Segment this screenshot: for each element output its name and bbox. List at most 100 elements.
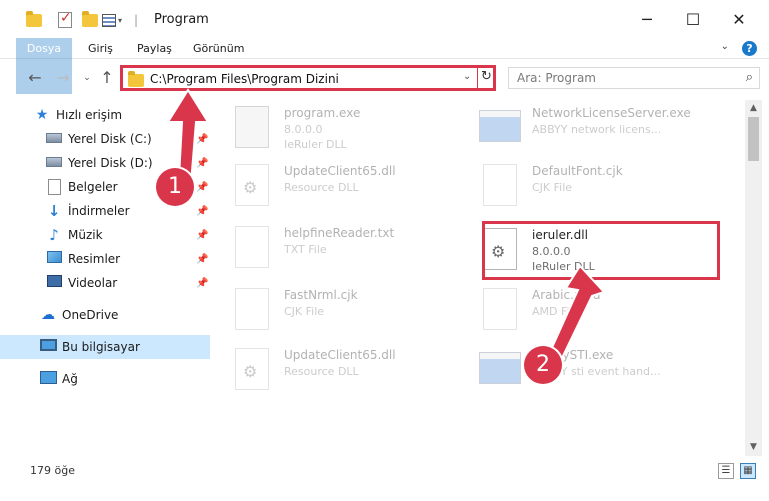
music-icon: ♪	[49, 226, 59, 244]
file-name: DefaultFont.cjk	[532, 164, 623, 178]
file-detail: 8.0.0.0	[284, 123, 323, 136]
step-badge-1: 1	[156, 168, 194, 206]
pin-icon[interactable]: 📌	[196, 230, 208, 241]
sidebar-item-label: İndirmeler	[68, 204, 130, 218]
sidebar-item-resimler[interactable]: Resimler 📌	[0, 247, 210, 271]
status-bar: 179 öğe ☰ ▦	[0, 460, 769, 482]
details-view-icon[interactable]: ☰	[718, 463, 734, 479]
window-title: Program	[154, 12, 209, 27]
checklist-icon	[58, 10, 72, 28]
file-tile-program-exe[interactable]: program.exe 8.0.0.0 IeRuler DLL	[211, 102, 451, 158]
chevron-down-icon[interactable]: ⌄	[463, 71, 471, 82]
minimize-button[interactable]: ─	[624, 0, 670, 38]
computer-icon	[40, 339, 57, 355]
documents-icon	[46, 179, 62, 195]
new-folder-quick-access-button[interactable]	[82, 10, 98, 30]
pin-icon[interactable]: 📌	[196, 206, 208, 217]
file-name: UpdateClient65.dll	[284, 348, 396, 362]
scroll-up-icon[interactable]: ▲	[745, 100, 762, 117]
refresh-icon[interactable]: ↻	[481, 69, 492, 84]
pictures-icon	[46, 251, 62, 267]
folder-icon	[128, 71, 144, 87]
document-file-icon	[483, 288, 517, 330]
new-folder-icon	[82, 10, 98, 27]
file-tile-fastnrml[interactable]: FastNrml.cjk CJK File	[211, 284, 451, 340]
sidebar-item-this-pc[interactable]: Bu bilgisayar	[0, 335, 210, 359]
recent-locations-button[interactable]: ⌄	[76, 67, 98, 89]
sidebar-item-label: Resimler	[68, 252, 121, 266]
tab-gorunum[interactable]: Görünüm	[181, 38, 256, 59]
sidebar-item-muzik[interactable]: ♪ Müzik 📌	[0, 223, 210, 247]
customize-quick-access-button[interactable]: ▾	[102, 10, 122, 30]
scroll-down-icon[interactable]: ▼	[745, 439, 762, 456]
folder-icon	[26, 10, 42, 30]
up-button[interactable]: ↑	[96, 67, 118, 89]
sidebar-item-network[interactable]: Ağ	[0, 367, 210, 391]
back-button[interactable]: ←	[24, 67, 46, 89]
file-list: program.exe 8.0.0.0 IeRuler DLL NetworkL…	[211, 100, 745, 460]
ribbon-expand-icon[interactable]: ⌄	[721, 41, 729, 52]
scroll-thumb[interactable]	[748, 117, 759, 161]
file-detail: CJK File	[284, 305, 325, 318]
properties-quick-access-button[interactable]	[58, 10, 72, 30]
dll-file-icon	[235, 348, 269, 390]
file-detail: IeRuler DLL	[284, 138, 347, 151]
tiles-view-icon[interactable]: ▦	[740, 463, 756, 479]
file-tile-networklicenseserver[interactable]: NetworkLicenseServer.exe ABBYY network l…	[459, 102, 699, 158]
star-icon: ★	[35, 107, 49, 123]
search-input[interactable]: Ara: Program	[517, 71, 596, 85]
downloads-icon: ↓	[47, 202, 61, 220]
file-detail: Resource DLL	[284, 181, 359, 194]
file-tile-updateclient65-dll[interactable]: UpdateClient65.dll Resource DLL	[211, 160, 451, 216]
title-separator: |	[134, 13, 139, 27]
title-bar: ▾ | Program ─ ☐ ✕	[0, 0, 769, 38]
search-box[interactable]: Ara: Program ⌕	[508, 67, 760, 89]
sidebar-item-onedrive[interactable]: ☁ OneDrive	[0, 303, 210, 327]
application-icon	[479, 110, 521, 142]
properties-icon	[102, 13, 116, 27]
file-name: helpfineReader.txt	[284, 226, 395, 240]
videos-icon	[46, 275, 62, 291]
file-detail: ABBYY network licens...	[532, 123, 662, 136]
maximize-button[interactable]: ☐	[670, 0, 716, 38]
file-name: FastNrml.cjk	[284, 288, 358, 302]
application-icon	[479, 352, 521, 384]
tab-paylas[interactable]: Paylaş	[125, 38, 184, 59]
close-button[interactable]: ✕	[716, 0, 762, 38]
disk-icon	[46, 155, 62, 171]
help-icon[interactable]: ?	[742, 41, 757, 56]
vertical-scrollbar[interactable]: ▲ ▼	[745, 100, 762, 456]
file-tile-helpfinereader[interactable]: helpfineReader.txt TXT File	[211, 222, 451, 278]
sidebar-item-videolar[interactable]: Videolar 📌	[0, 271, 210, 295]
file-name: UpdateClient65.dll	[284, 164, 396, 178]
sidebar-item-label: Müzik	[68, 228, 103, 242]
sidebar-item-label: Yerel Disk (C:)	[68, 132, 152, 146]
search-icon[interactable]: ⌕	[746, 70, 753, 85]
sidebar-item-label: OneDrive	[62, 308, 119, 322]
document-file-icon	[483, 164, 517, 206]
sidebar-item-label: Hızlı erişim	[56, 108, 123, 122]
sidebar-item-label: Yerel Disk (D:)	[68, 156, 153, 170]
sidebar-item-label: Videolar	[68, 276, 118, 290]
file-detail: TXT File	[284, 243, 327, 256]
pin-icon[interactable]: 📌	[196, 254, 208, 265]
item-count: 179 öğe	[30, 464, 75, 477]
exe-file-icon	[235, 106, 269, 148]
dll-file-icon	[235, 164, 269, 206]
cloud-icon: ☁	[41, 307, 55, 323]
forward-button[interactable]: →	[52, 67, 74, 89]
address-path[interactable]: C:\Program Files\Program Dizini	[150, 72, 339, 86]
disk-icon	[46, 131, 62, 147]
network-icon	[40, 371, 57, 387]
sidebar-item-label: Bu bilgisayar	[62, 340, 140, 354]
file-detail: Resource DLL	[284, 365, 359, 378]
file-tile-defaultfont[interactable]: DefaultFont.cjk CJK File	[459, 160, 699, 216]
tab-giris[interactable]: Giriş	[76, 38, 125, 59]
file-name: program.exe	[284, 106, 361, 120]
file-tile-updateclient65-dll-2[interactable]: UpdateClient65.dll Resource DLL	[211, 344, 451, 400]
text-file-icon	[235, 226, 269, 268]
pin-icon[interactable]: 📌	[196, 278, 208, 289]
document-file-icon	[235, 288, 269, 330]
sidebar-item-label: Belgeler	[68, 180, 118, 194]
sidebar-item-label: Ağ	[62, 372, 78, 386]
